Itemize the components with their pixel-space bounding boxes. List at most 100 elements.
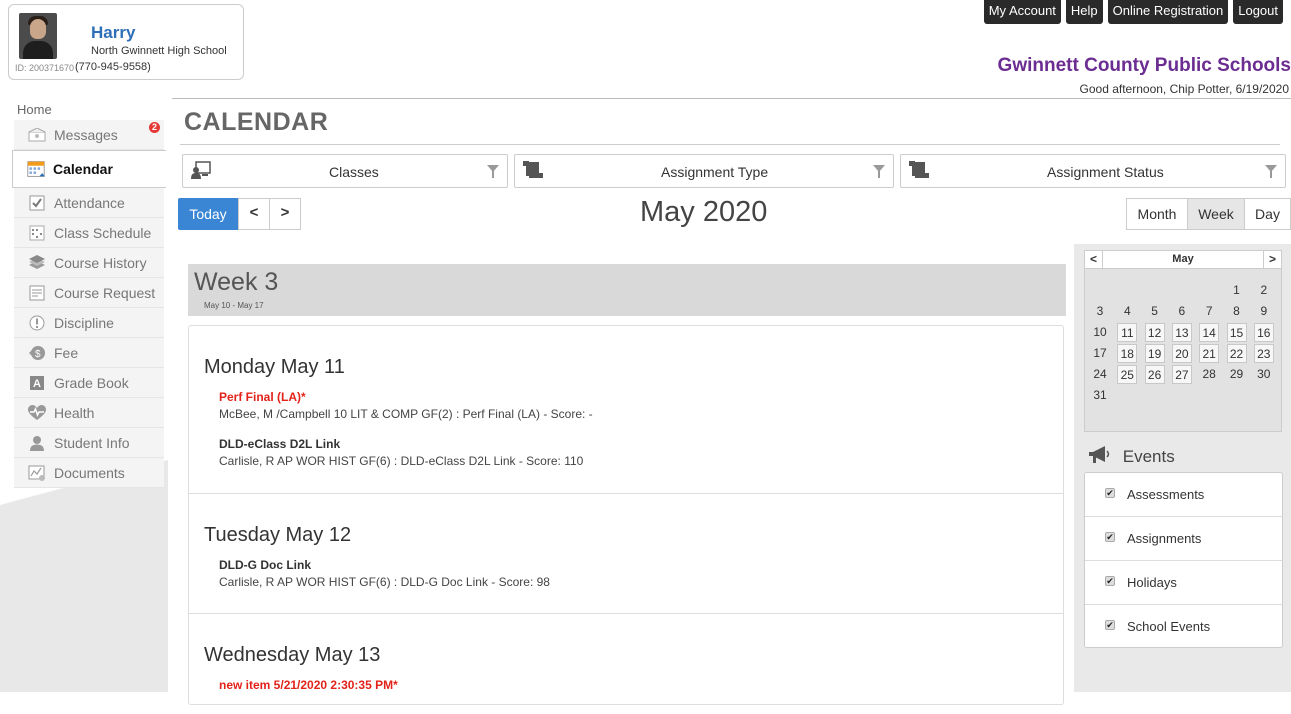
calendar-item-detail: Carlisle, R AP WOR HIST GF(6) : DLD-eCla… (219, 454, 584, 468)
calendar-item-title[interactable]: new item 5/21/2020 2:30:35 PM* (219, 678, 398, 692)
mini-calendar-day[interactable]: 28 (1199, 365, 1219, 384)
student-phone: (770-945-9558) (75, 61, 151, 73)
mini-calendar-day[interactable]: 1 (1227, 281, 1247, 300)
sidebar-item-grade-book[interactable]: A Grade Book (14, 368, 164, 398)
day-view-button[interactable]: Day (1244, 198, 1291, 230)
help-button[interactable]: Help (1065, 0, 1103, 24)
mini-calendar-day[interactable]: 29 (1227, 365, 1247, 384)
prev-week-button[interactable]: < (238, 198, 270, 230)
calendar-item-title[interactable]: DLD-G Doc Link (219, 558, 311, 572)
next-week-button[interactable]: > (269, 198, 301, 230)
mini-calendar-day[interactable]: 26 (1144, 365, 1165, 384)
event-filter-holidays[interactable]: ✔ Holidays (1085, 561, 1282, 605)
online-registration-button[interactable]: Online Registration (1107, 0, 1229, 24)
greeting-text: Good afternoon, Chip Potter, 6/19/2020 (1079, 82, 1289, 96)
mini-calendar-day[interactable]: 30 (1254, 365, 1274, 384)
assignment-type-filter[interactable]: Assignment Type (514, 154, 894, 188)
mini-calendar-day[interactable]: 8 (1227, 302, 1247, 321)
mini-calendar-day[interactable]: 5 (1145, 302, 1165, 321)
mini-calendar-day[interactable]: 11 (1117, 323, 1138, 342)
mini-calendar-day[interactable]: 6 (1172, 302, 1192, 321)
mini-calendar-day[interactable]: 17 (1090, 344, 1110, 363)
sidebar-item-documents[interactable]: Documents (14, 458, 164, 488)
mini-calendar-day[interactable]: 24 (1090, 365, 1110, 384)
mini-calendar-day[interactable]: 23 (1253, 344, 1274, 363)
mini-calendar-day[interactable]: 12 (1144, 323, 1165, 342)
sidebar-item-messages[interactable]: Messages 2 (14, 120, 164, 150)
event-filter-label: Holidays (1127, 575, 1177, 590)
events-filter-list: ✔ Assessments ✔ Assignments ✔ Holidays ✔… (1084, 472, 1283, 648)
mini-calendar-day[interactable]: 14 (1199, 323, 1220, 342)
mini-calendar-day[interactable]: 16 (1253, 323, 1274, 342)
sidebar-item-fee[interactable]: $ Fee (14, 338, 164, 368)
sidebar-item-student-info[interactable]: Student Info (14, 428, 164, 458)
mini-calendar-day[interactable]: 13 (1171, 323, 1192, 342)
page-title: CALENDAR (184, 108, 329, 136)
mini-calendar: < May > 1 2 3 4 5 6 7 8 9 10 11 12 13 14 15 16 17 18 19 20 2… (1084, 250, 1282, 432)
mini-calendar-day[interactable]: 27 (1171, 365, 1192, 384)
event-filter-assignments[interactable]: ✔ Assignments (1085, 517, 1282, 561)
today-button[interactable]: Today (178, 198, 238, 230)
sidebar-item-class-schedule[interactable]: Class Schedule (14, 218, 164, 248)
mini-calendar-day[interactable]: 7 (1199, 302, 1219, 321)
mini-calendar-day[interactable]: 15 (1226, 323, 1247, 342)
checked-checkbox-icon[interactable]: ✔ (1105, 532, 1115, 542)
day-section-monday: Monday May 11 Perf Final (LA)* McBee, M … (189, 326, 1063, 494)
mini-calendar-day[interactable]: 4 (1117, 302, 1137, 321)
mini-calendar-day[interactable]: 25 (1117, 365, 1138, 384)
sidebar-item-label: Class Schedule (54, 224, 152, 241)
person-icon (28, 434, 46, 452)
mini-calendar-day[interactable]: 10 (1090, 323, 1110, 342)
sidebar-home-link[interactable]: Home (14, 100, 164, 120)
top-nav: My Account Help Online Registration Logo… (983, 0, 1283, 24)
sidebar-item-health[interactable]: Health (14, 398, 164, 428)
sidebar-item-label: Course History (54, 254, 147, 271)
sidebar-item-course-request[interactable]: Course Request (14, 278, 164, 308)
event-filter-school-events[interactable]: ✔ School Events (1085, 605, 1282, 649)
mini-calendar-day[interactable]: 20 (1171, 344, 1192, 363)
sidebar-item-attendance[interactable]: Attendance (14, 188, 164, 218)
mini-calendar-day[interactable]: 22 (1226, 344, 1247, 363)
mini-calendar-day[interactable]: 19 (1144, 344, 1165, 363)
calendar-item-title[interactable]: Perf Final (LA)* (219, 390, 306, 404)
checked-checkbox-icon[interactable]: ✔ (1105, 576, 1115, 586)
sidebar-item-calendar[interactable]: Calendar (12, 150, 166, 188)
month-view-button[interactable]: Month (1126, 198, 1188, 230)
day-section-wednesday: Wednesday May 13 new item 5/21/2020 2:30… (189, 614, 1063, 714)
calendar-icon (27, 160, 45, 178)
mini-calendar-day[interactable]: 18 (1117, 344, 1138, 363)
day-heading: Monday May 11 (204, 356, 345, 378)
calendar-item-title[interactable]: DLD-eClass D2L Link (219, 437, 340, 451)
student-photo (19, 13, 57, 59)
sidebar-item-discipline[interactable]: Discipline (14, 308, 164, 338)
assignment-status-filter[interactable]: Assignment Status (900, 154, 1286, 188)
sidebar-item-label: Attendance (54, 194, 125, 211)
checked-checkbox-icon[interactable]: ✔ (1105, 620, 1115, 630)
event-filter-label: Assessments (1127, 487, 1205, 502)
mini-calendar-day[interactable]: 2 (1254, 281, 1274, 300)
classes-filter[interactable]: Classes (182, 154, 508, 188)
megaphone-icon (1088, 446, 1110, 469)
events-title: Events (1122, 446, 1175, 466)
day-heading: Tuesday May 12 (204, 524, 352, 546)
week-view-button[interactable]: Week (1187, 198, 1245, 230)
messages-badge: 2 (149, 122, 160, 133)
event-filter-assessments[interactable]: ✔ Assessments (1085, 473, 1282, 517)
classes-filter-label: Classes (329, 164, 379, 180)
mini-calendar-day[interactable]: 21 (1199, 344, 1220, 363)
filter-funnel-icon (487, 165, 499, 178)
student-name[interactable]: Harry (91, 23, 135, 43)
sidebar-item-label: Documents (54, 464, 125, 481)
my-account-button[interactable]: My Account (983, 0, 1061, 24)
event-filter-label: School Events (1127, 619, 1211, 634)
logout-button[interactable]: Logout (1233, 0, 1283, 24)
mini-calendar-day[interactable]: 9 (1254, 302, 1274, 321)
mini-calendar-day[interactable]: 31 (1090, 386, 1110, 405)
sidebar-item-course-history[interactable]: Course History (14, 248, 164, 278)
classroom-icon (191, 161, 211, 179)
mini-calendar-header: < May > (1085, 251, 1281, 269)
mini-calendar-day[interactable]: 3 (1090, 302, 1110, 321)
checked-checkbox-icon[interactable]: ✔ (1105, 488, 1115, 498)
filter-funnel-icon (873, 165, 885, 178)
mini-calendar-next-button[interactable]: > (1263, 251, 1281, 268)
